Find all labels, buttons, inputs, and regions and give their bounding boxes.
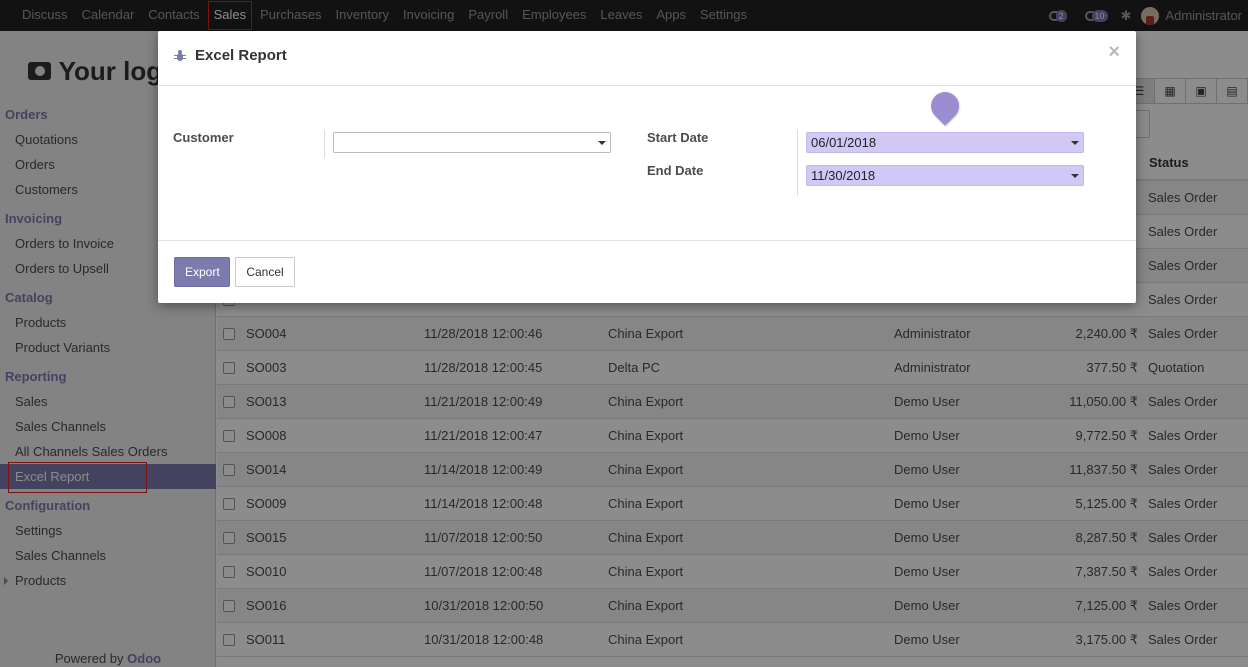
- divider: [324, 130, 325, 158]
- end-date-field[interactable]: 11/30/2018: [806, 165, 1084, 186]
- dialog-title: Excel Report: [195, 47, 287, 64]
- bug-icon: [173, 49, 187, 63]
- chevron-down-icon: [598, 141, 606, 145]
- excel-report-dialog: Excel Report × Customer Start Date End D…: [158, 31, 1136, 303]
- map-pin-icon: [925, 86, 965, 126]
- dialog-footer: Export Cancel: [158, 240, 1136, 303]
- divider: [797, 130, 798, 196]
- chevron-down-icon: [1071, 174, 1079, 178]
- cancel-button[interactable]: Cancel: [235, 257, 295, 287]
- end-date-label: End Date: [647, 163, 704, 178]
- start-date-field[interactable]: 06/01/2018: [806, 132, 1084, 153]
- export-button[interactable]: Export: [174, 257, 230, 287]
- start-date-value: 06/01/2018: [811, 135, 877, 150]
- customer-label: Customer: [173, 130, 234, 145]
- end-date-value: 11/30/2018: [811, 168, 876, 183]
- close-icon[interactable]: ×: [1108, 41, 1120, 64]
- customer-select[interactable]: [333, 132, 611, 153]
- chevron-down-icon: [1071, 141, 1079, 145]
- dialog-header: Excel Report ×: [158, 31, 1136, 86]
- start-date-label: Start Date: [647, 130, 709, 145]
